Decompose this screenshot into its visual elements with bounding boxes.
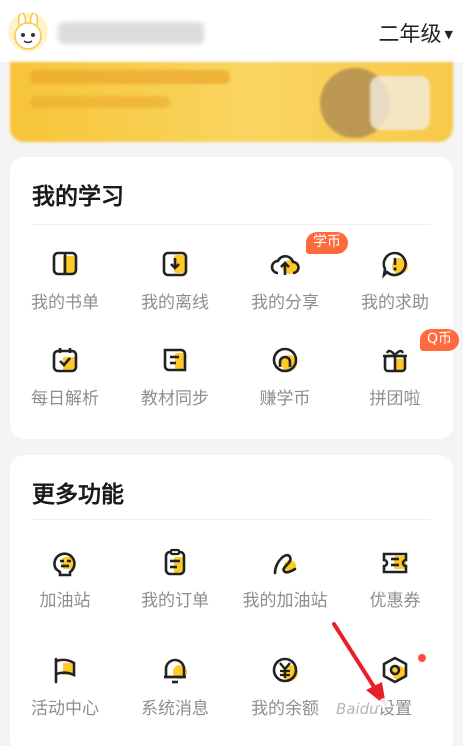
study-item-group-buy[interactable]: 拼团啦 (340, 345, 450, 409)
divider (32, 224, 431, 225)
divider (32, 519, 431, 520)
study-item-earn-coins[interactable]: 赚学币 (230, 345, 340, 409)
calendar-check-icon (52, 348, 78, 373)
grade-label: 二年级 (378, 22, 442, 46)
coin-badge: 学币 (306, 232, 348, 254)
promo-banner[interactable] (10, 62, 453, 142)
cloud-upload-icon (270, 254, 300, 275)
study-item-help[interactable]: 我的求助 (340, 249, 450, 313)
profile-header: 二年级 ▼ (0, 0, 463, 62)
study-item-textbook[interactable]: 教材同步 (120, 345, 230, 409)
book-icon (52, 251, 78, 276)
more-item-balance[interactable]: 我的余额 (230, 655, 340, 719)
more-functions-card: 更多功能 加油站 我的订单 我的加油站 优惠券 活动中心 系统消息 我的余额 设… (10, 455, 453, 746)
avatar[interactable] (8, 12, 48, 52)
more-item-station[interactable]: 加油站 (10, 547, 120, 611)
yuan-icon (272, 657, 298, 683)
flag-icon (54, 657, 76, 684)
more-item-my-station[interactable]: 我的加油站 (230, 547, 340, 611)
my-study-card: 我的学习 我的书单 我的离线 我的分享 我的求助 每日解析 教材同步 赚学币 拼… (10, 157, 460, 439)
more-item-system-messages[interactable]: 系统消息 (120, 655, 230, 719)
coin-icon (272, 347, 298, 373)
study-item-share[interactable]: 我的分享 (230, 249, 340, 313)
more-item-orders[interactable]: 我的订单 (120, 547, 230, 611)
study-item-daily-analysis[interactable]: 每日解析 (10, 345, 120, 409)
section-title: 更多功能 (32, 482, 124, 508)
swirl-icon (273, 553, 297, 575)
gift-icon (383, 349, 407, 373)
study-item-offline[interactable]: 我的离线 (120, 249, 230, 313)
caret-down-icon: ▼ (444, 27, 453, 41)
settings-notification-dot (418, 654, 426, 662)
robot-face-icon (53, 552, 76, 577)
username-blurred (58, 22, 204, 44)
study-item-booklist[interactable]: 我的书单 (10, 249, 120, 313)
download-icon (162, 251, 188, 277)
section-title: 我的学习 (32, 184, 124, 210)
bell-icon (164, 658, 187, 684)
ticket-icon (382, 552, 408, 574)
help-bubble-icon (382, 251, 408, 279)
more-item-coupons[interactable]: 优惠券 (340, 547, 450, 611)
clipboard-icon (164, 548, 186, 576)
watermark: Baidu (336, 700, 379, 718)
more-item-activity-center[interactable]: 活动中心 (10, 655, 120, 719)
textbook-icon (163, 348, 187, 372)
settings-icon (382, 656, 408, 684)
qcoin-badge: Q币 (420, 329, 460, 351)
grade-selector[interactable]: 二年级 ▼ (379, 18, 453, 48)
